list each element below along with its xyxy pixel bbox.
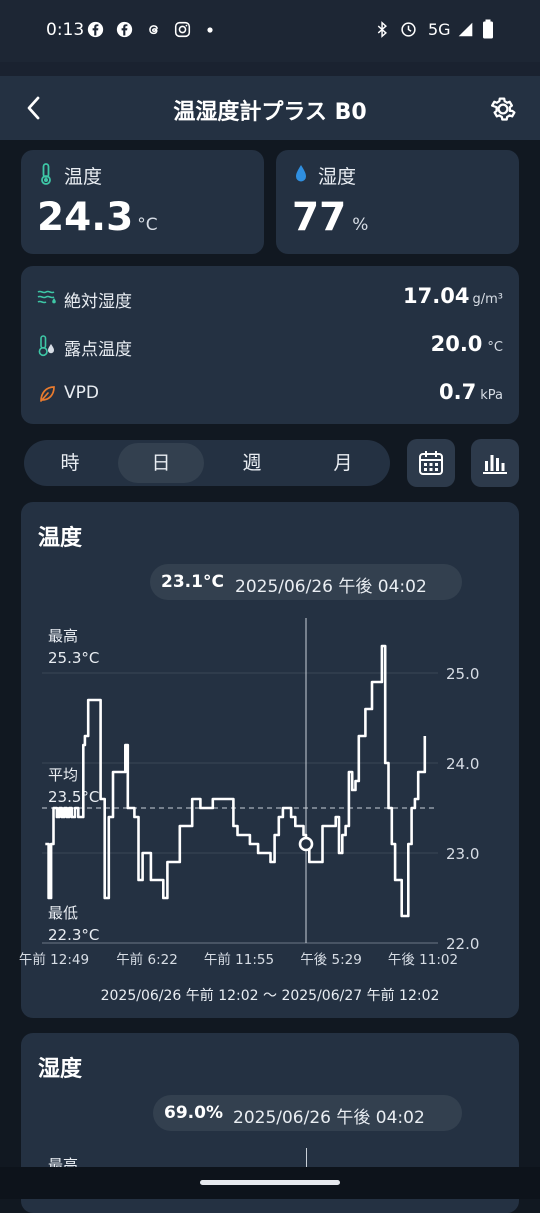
humidity-cursor-date: 2025/06/26 午後 04:02 bbox=[233, 1108, 425, 1128]
humidity-chart-title: 湿度 bbox=[38, 1057, 83, 1082]
facebook-icon bbox=[87, 21, 104, 38]
page-title: 温湿度計プラス B0 bbox=[173, 100, 367, 125]
tab-month[interactable]: 月 bbox=[300, 443, 386, 483]
metric-label-dew-point: 露点温度 bbox=[64, 340, 132, 360]
dot-icon bbox=[207, 27, 213, 33]
y-tick-label: 24.0 bbox=[446, 755, 479, 773]
y-tick-label: 25.0 bbox=[446, 665, 479, 683]
temperature-value: 24.3 bbox=[37, 195, 134, 240]
humidity-unit: % bbox=[352, 215, 369, 235]
chart-date-range: 2025/06/26 午前 12:02 〜 2025/06/27 午前 12:0… bbox=[100, 988, 440, 1004]
threads-icon bbox=[149, 25, 159, 35]
instagram-icon bbox=[174, 21, 191, 38]
bluetooth-icon bbox=[377, 21, 387, 38]
status-time: 0:13 bbox=[46, 20, 85, 40]
temperature-reading: 24.3 °C bbox=[37, 195, 158, 241]
y-tick-label: 22.0 bbox=[446, 935, 479, 953]
metric-value-absolute-humidity: 17.04 bbox=[403, 284, 470, 308]
chart-button[interactable] bbox=[471, 439, 519, 487]
dew-point-icon bbox=[38, 335, 54, 357]
humidity-reading: 77% bbox=[292, 195, 368, 241]
cursor-value: 23.1°C bbox=[161, 572, 224, 592]
x-tick-label: 午後 11:02 bbox=[388, 952, 458, 968]
calendar-button[interactable] bbox=[407, 439, 455, 487]
temperature-line-chart[interactable]: 25.0 24.0 23.0 22.0 午前 12:49 午前 6:22 午前 11:55 午… bbox=[0, 600, 540, 980]
gear-icon[interactable] bbox=[488, 94, 518, 124]
absolute-humidity-icon bbox=[37, 290, 56, 304]
metric-label-absolute-humidity: 絶対湿度 bbox=[64, 292, 132, 312]
water-drop-icon bbox=[296, 165, 306, 182]
chart-title: 温度 bbox=[38, 526, 83, 551]
y-tick-label: 23.0 bbox=[446, 845, 479, 863]
thermometer-icon bbox=[41, 163, 51, 185]
cursor-point bbox=[298, 836, 314, 852]
tab-day[interactable]: 日 bbox=[118, 443, 204, 483]
status-band bbox=[0, 62, 540, 76]
x-tick-label: 午前 11:55 bbox=[204, 951, 274, 968]
bar-chart-icon bbox=[483, 455, 507, 474]
metric-label-vpd: VPD bbox=[64, 383, 99, 403]
alarm-icon bbox=[401, 22, 416, 37]
temperature-label: 温度 bbox=[64, 166, 103, 188]
metric-value-dew-point: 20.0 bbox=[430, 332, 483, 356]
battery-icon bbox=[483, 19, 493, 39]
x-tick-label: 午前 12:49 bbox=[19, 951, 89, 968]
humidity-label: 湿度 bbox=[318, 166, 357, 188]
temperature-unit: °C bbox=[137, 215, 158, 235]
humidity-cursor-value: 69.0% bbox=[164, 1103, 223, 1123]
metric-unit-vpd: kPa bbox=[480, 388, 503, 403]
calendar-icon bbox=[419, 451, 443, 475]
facebook-icon bbox=[116, 21, 133, 38]
metric-unit-absolute-humidity: g/m³ bbox=[472, 292, 503, 307]
home-handle[interactable] bbox=[200, 1180, 340, 1185]
humidity-value: 77 bbox=[292, 195, 347, 240]
metric-vpd: 0.7 kPa bbox=[300, 380, 503, 404]
cursor-readout: 23.1°C 2025/06/26 午後 04:02 bbox=[150, 564, 462, 600]
leaf-icon bbox=[40, 386, 55, 402]
metric-dew-point: 20.0 °C bbox=[300, 332, 503, 356]
cursor-date: 2025/06/26 午後 04:02 bbox=[235, 577, 427, 597]
humidity-cursor-line bbox=[306, 1148, 307, 1168]
signal-icon bbox=[458, 22, 473, 37]
metric-value-vpd: 0.7 bbox=[439, 380, 477, 404]
metric-unit-dew-point: °C bbox=[487, 340, 503, 355]
tab-hour[interactable]: 時 bbox=[27, 443, 113, 483]
network-label: 5G bbox=[428, 20, 451, 39]
temperature-series-line bbox=[45, 644, 427, 918]
x-tick-label: 午前 6:22 bbox=[116, 951, 178, 968]
humidity-cursor-readout: 69.0% 2025/06/26 午後 04:02 bbox=[153, 1095, 462, 1131]
metric-absolute-humidity: 17.04 g/m³ bbox=[300, 284, 503, 308]
tab-week[interactable]: 週 bbox=[209, 443, 295, 483]
x-tick-label: 午後 5:29 bbox=[300, 952, 362, 968]
